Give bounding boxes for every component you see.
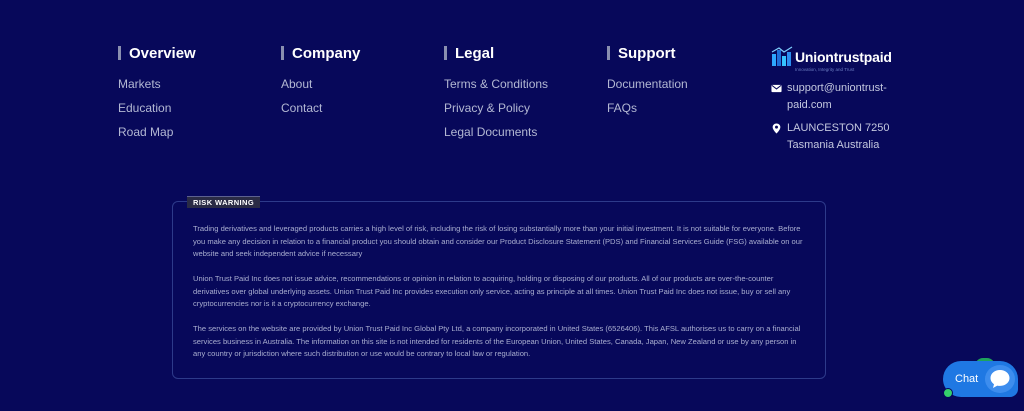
map-pin-icon — [772, 123, 781, 134]
col-title-text: Support — [618, 44, 676, 62]
title-bar — [444, 46, 447, 60]
risk-warning-tag: RISK WARNING — [187, 196, 261, 208]
footer-col-support: Support Documentation FAQs — [607, 44, 688, 124]
contact-address: LAUNCESTON 7250 Tasmania Australia — [771, 120, 911, 154]
address-line: LAUNCESTON 7250 — [787, 122, 890, 134]
link-education[interactable]: Education — [118, 100, 196, 124]
chat-bubble-icon — [985, 365, 1015, 393]
email-text: support@uniontrust- paid.com — [787, 80, 887, 114]
contact-email[interactable]: support@uniontrust- paid.com — [771, 80, 911, 114]
risk-paragraph: Union Trust Paid Inc does not issue advi… — [193, 274, 791, 308]
link-privacy[interactable]: Privacy & Policy — [444, 100, 548, 124]
logo-text: Uniontrustpaid — [795, 49, 892, 65]
col-title: Support — [607, 44, 688, 62]
col-title-text: Legal — [455, 44, 495, 62]
email-line: paid.com — [787, 99, 832, 111]
link-faqs[interactable]: FAQs — [607, 100, 688, 124]
title-bar — [281, 46, 284, 60]
risk-paragraph: Trading derivatives and leveraged produc… — [193, 224, 803, 258]
link-about[interactable]: About — [281, 76, 360, 100]
link-documentation[interactable]: Documentation — [607, 76, 688, 100]
title-bar — [607, 46, 610, 60]
address-text: LAUNCESTON 7250 Tasmania Australia — [787, 120, 890, 154]
footer-col-company: Company About Contact — [281, 44, 360, 124]
link-road-map[interactable]: Road Map — [118, 124, 196, 148]
envelope-icon — [771, 84, 782, 93]
brand-block: Uniontrustpaid Innovation, Integrity and… — [771, 44, 911, 154]
footer-col-legal: Legal Terms & Conditions Privacy & Polic… — [444, 44, 548, 148]
link-contact[interactable]: Contact — [281, 100, 360, 124]
logo-mark-icon — [771, 46, 793, 66]
col-title-text: Overview — [129, 44, 196, 62]
link-markets[interactable]: Markets — [118, 76, 196, 100]
col-title: Company — [281, 44, 360, 62]
chat-bubble-svg — [990, 370, 1010, 388]
logo-tagline: Innovation, Integrity and Trust — [795, 67, 855, 72]
title-bar — [118, 46, 121, 60]
link-legal-documents[interactable]: Legal Documents — [444, 124, 548, 148]
risk-warning-box: RISK WARNING Trading derivatives and lev… — [172, 196, 826, 379]
email-line: support@uniontrust- — [787, 82, 887, 94]
online-status-dot — [943, 388, 953, 398]
footer-col-overview: Overview Markets Education Road Map — [118, 44, 196, 148]
link-terms[interactable]: Terms & Conditions — [444, 76, 548, 100]
address-line: Tasmania Australia — [787, 139, 880, 151]
risk-paragraph: The services on the website are provided… — [193, 324, 801, 358]
chat-button[interactable]: Chat — [943, 361, 1018, 398]
chat-label: Chat — [955, 373, 979, 385]
col-title: Legal — [444, 44, 548, 62]
col-title-text: Company — [292, 44, 361, 62]
col-title: Overview — [118, 44, 196, 62]
